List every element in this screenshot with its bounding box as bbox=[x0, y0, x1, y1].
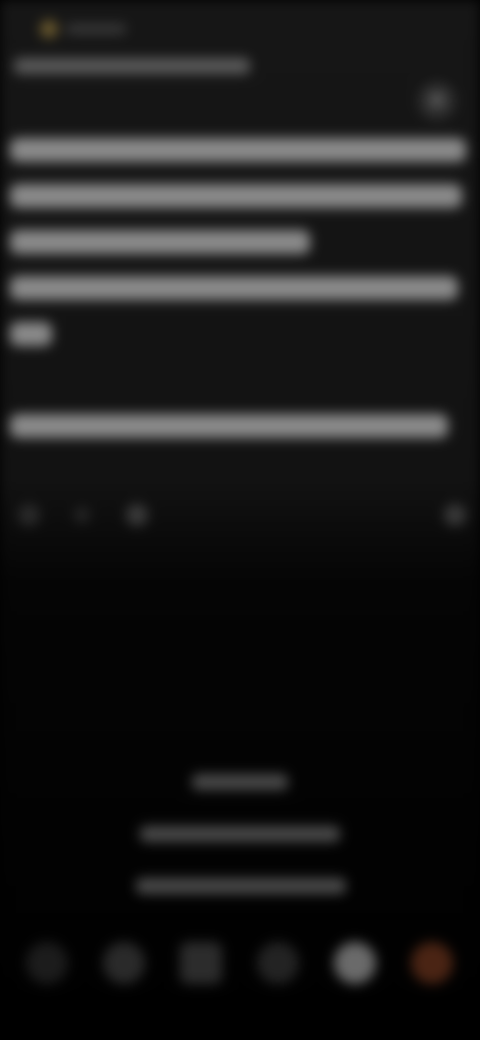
accent-action-button[interactable] bbox=[411, 942, 453, 984]
blurred-screen: ✕ bbox=[0, 0, 480, 1040]
reaction-bar bbox=[0, 496, 480, 536]
message-source bbox=[14, 58, 250, 74]
reaction-icon[interactable] bbox=[126, 504, 148, 526]
close-button[interactable]: ✕ bbox=[418, 82, 456, 120]
bottom-action-bar bbox=[0, 930, 480, 1000]
app-avatar bbox=[40, 20, 58, 38]
status-bar bbox=[0, 0, 480, 48]
message-line bbox=[10, 230, 310, 254]
message-line bbox=[10, 322, 52, 346]
share-icon[interactable] bbox=[444, 504, 466, 526]
message-line bbox=[10, 138, 466, 162]
action-button[interactable] bbox=[180, 942, 222, 984]
action-button[interactable] bbox=[257, 942, 299, 984]
status-text bbox=[66, 24, 126, 34]
reaction-icon[interactable] bbox=[74, 507, 90, 523]
reaction-icon[interactable] bbox=[18, 504, 40, 526]
message-line bbox=[10, 276, 458, 300]
action-button[interactable] bbox=[103, 942, 145, 984]
menu-item[interactable] bbox=[192, 774, 288, 790]
menu-item[interactable] bbox=[140, 826, 340, 842]
close-icon: ✕ bbox=[427, 88, 447, 113]
message-line bbox=[10, 184, 462, 208]
message-line bbox=[10, 414, 448, 438]
message-body bbox=[10, 138, 470, 460]
menu-item[interactable] bbox=[136, 878, 346, 894]
action-button[interactable] bbox=[26, 942, 68, 984]
action-button[interactable] bbox=[334, 942, 376, 984]
